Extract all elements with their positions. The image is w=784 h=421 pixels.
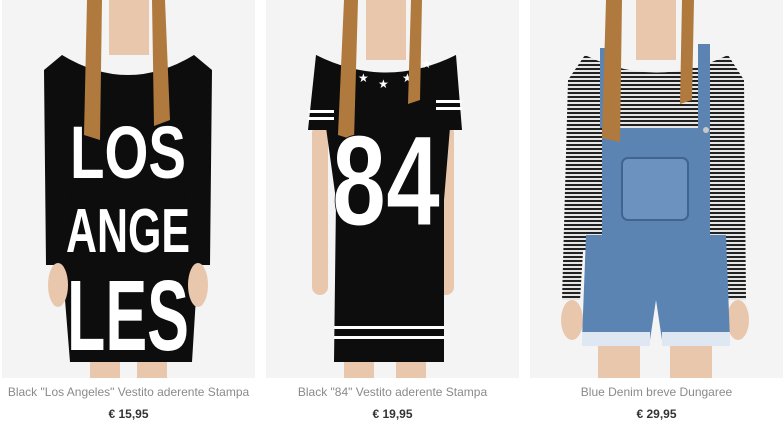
product-name-link[interactable]: Black "84" Vestito aderente Stampa: [266, 385, 519, 399]
product-name-link[interactable]: Blue Denim breve Dungaree: [530, 385, 783, 399]
dress-print-text: ANGE: [66, 197, 190, 266]
product-card[interactable]: Blue Denim breve Dungaree € 29,95: [530, 0, 783, 421]
product-image[interactable]: ★ ★ ★ ★ 84: [266, 0, 519, 378]
svg-text:★: ★: [358, 71, 369, 85]
product-image[interactable]: [530, 0, 783, 378]
svg-text:★: ★: [378, 77, 389, 91]
product-grid: LOS ANGE LES Black "Los Angeles" Vestito…: [0, 0, 784, 421]
dress-print-text: LOS: [70, 111, 186, 194]
product-price: € 29,95: [636, 407, 677, 421]
dress-print-number: 84: [332, 110, 440, 253]
product-card[interactable]: ★ ★ ★ ★ 84 Black "84" Vestito aderente S…: [266, 0, 519, 421]
product-price: € 15,95: [108, 407, 149, 421]
svg-text:★: ★: [421, 57, 432, 71]
product-image[interactable]: LOS ANGE LES: [2, 0, 255, 378]
dress-print-text: LES: [67, 260, 189, 372]
product-name-link[interactable]: Black "Los Angeles" Vestito aderente Sta…: [2, 385, 255, 399]
product-card[interactable]: LOS ANGE LES Black "Los Angeles" Vestito…: [2, 0, 255, 421]
product-price: € 19,95: [372, 407, 413, 421]
